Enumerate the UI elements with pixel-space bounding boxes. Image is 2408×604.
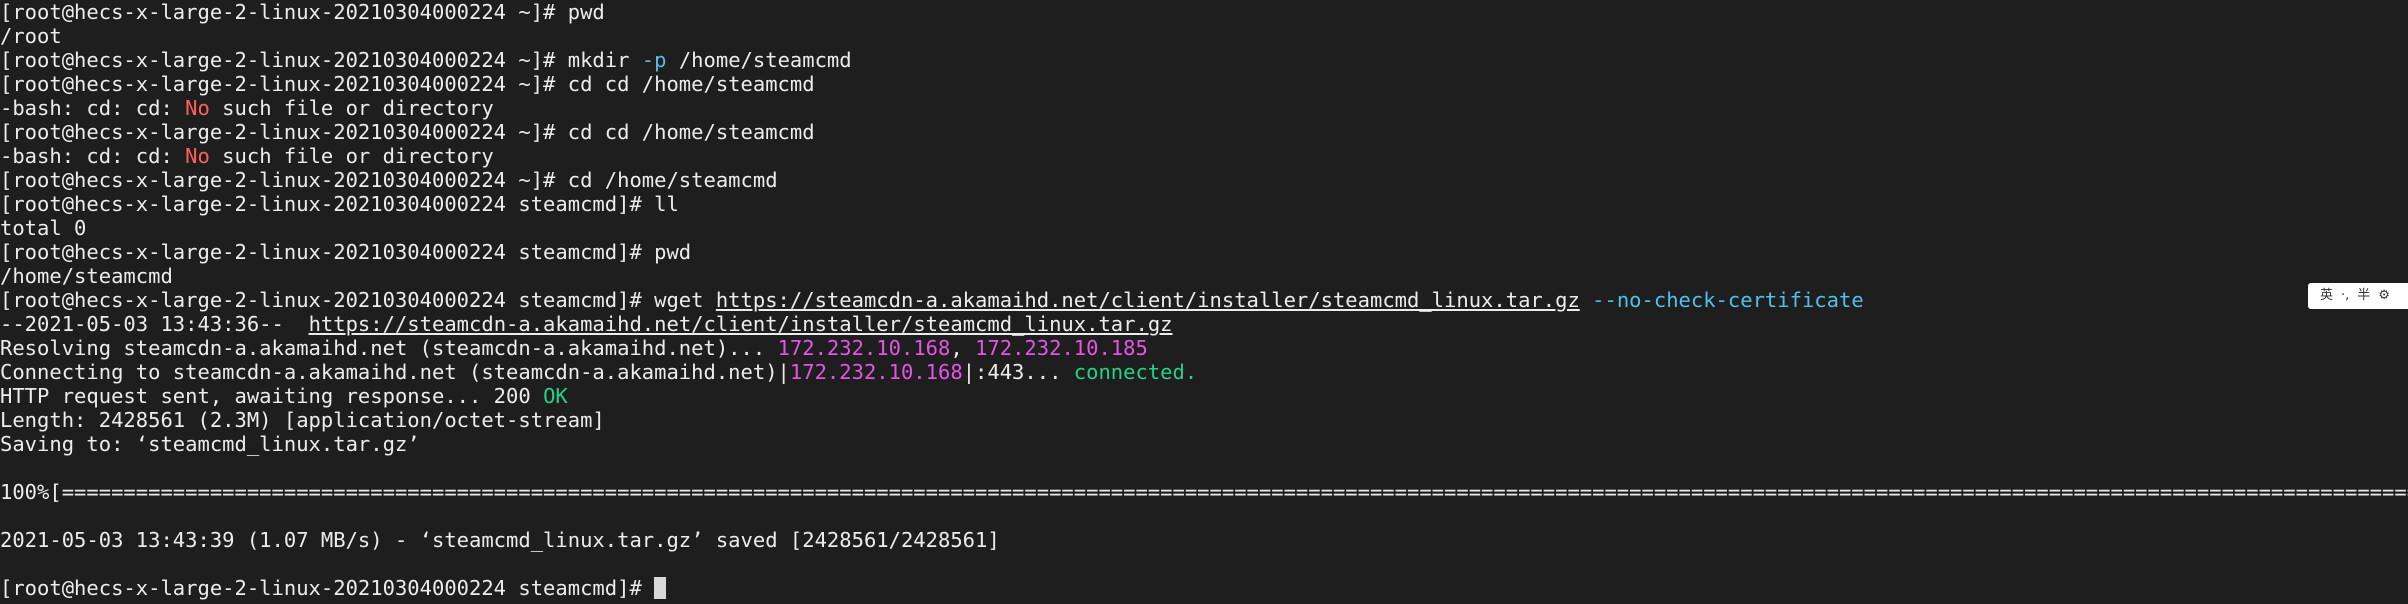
terminal-text: such file or directory	[209, 144, 494, 168]
terminal-line: [root@hecs-x-large-2-linux-2021030400022…	[0, 0, 2408, 24]
terminal-text: Connecting to steamcdn-a.akamaihd.net (s…	[0, 360, 790, 384]
terminal-line: Saving to: ‘steamcmd_linux.tar.gz’	[0, 432, 2408, 456]
terminal-line: -bash: cd: cd: No such file or directory	[0, 144, 2408, 168]
ime-punctuation-indicator[interactable]: ·,	[2341, 283, 2349, 309]
terminal-text: /home/steamcmd	[666, 48, 852, 72]
terminal-text: /root	[0, 24, 62, 48]
terminal-line: 2021-05-03 13:43:39 (1.07 MB/s) - ‘steam…	[0, 528, 2408, 552]
terminal-line: --2021-05-03 13:43:36-- https://steamcdn…	[0, 312, 2408, 336]
terminal-text: total 0	[0, 216, 87, 240]
ime-status-bar[interactable]: 英 ·, 半 ⚙	[2308, 283, 2408, 309]
terminal-text: Resolving steamcdn-a.akamaihd.net (steam…	[0, 336, 778, 360]
settings-icon[interactable]: ⚙	[2378, 283, 2390, 309]
terminal-line: [root@hecs-x-large-2-linux-2021030400022…	[0, 240, 2408, 264]
terminal-cursor	[654, 577, 667, 599]
terminal-line: /home/steamcmd	[0, 264, 2408, 288]
terminal-link[interactable]: https://steamcdn-a.akamaihd.net/client/i…	[309, 312, 1173, 336]
terminal-text: 2021-05-03 13:43:39 (1.07 MB/s) - ‘steam…	[0, 528, 1000, 552]
terminal-text: [root@hecs-x-large-2-linux-2021030400022…	[0, 168, 778, 192]
terminal-text: [root@hecs-x-large-2-linux-2021030400022…	[0, 48, 642, 72]
terminal-line: -bash: cd: cd: No such file or directory	[0, 96, 2408, 120]
terminal-line: 100%[===================================…	[0, 480, 2408, 504]
ime-language-indicator[interactable]: 英	[2320, 283, 2333, 309]
terminal-text: 172.232.10.185	[975, 336, 1148, 360]
terminal-line: [root@hecs-x-large-2-linux-2021030400022…	[0, 48, 2408, 72]
terminal-window[interactable]: [root@hecs-x-large-2-linux-2021030400022…	[0, 0, 2408, 604]
terminal-text: -bash: cd: cd:	[0, 144, 186, 168]
terminal-text: [root@hecs-x-large-2-linux-2021030400022…	[0, 72, 815, 96]
terminal-text: such file or directory	[209, 96, 494, 120]
terminal-text: 100%[===================================…	[0, 480, 2408, 504]
terminal-link[interactable]: https://steamcdn-a.akamaihd.net/client/i…	[716, 288, 1580, 312]
terminal-text: -bash: cd: cd:	[0, 96, 186, 120]
terminal-text: 172.232.10.168	[777, 336, 951, 360]
terminal-text: ,	[950, 336, 976, 360]
terminal-text: |:443...	[962, 360, 1074, 384]
ime-width-indicator[interactable]: 半	[2357, 283, 2370, 309]
terminal-line: total 0	[0, 216, 2408, 240]
terminal-text: /home/steamcmd	[0, 264, 173, 288]
terminal-text: OK	[543, 384, 568, 408]
terminal-text: -p	[641, 48, 667, 72]
terminal-text: [root@hecs-x-large-2-linux-2021030400022…	[0, 120, 815, 144]
terminal-text: No	[185, 144, 210, 168]
terminal-line: Connecting to steamcdn-a.akamaihd.net (s…	[0, 360, 2408, 384]
terminal-line: HTTP request sent, awaiting response... …	[0, 384, 2408, 408]
terminal-text: Length: 2428561 (2.3M) [application/octe…	[0, 408, 605, 432]
terminal-text: HTTP request sent, awaiting response... …	[0, 384, 544, 408]
terminal-text: connected.	[1073, 360, 1198, 384]
terminal-text: No	[185, 96, 210, 120]
terminal-line: [root@hecs-x-large-2-linux-2021030400022…	[0, 288, 2408, 312]
terminal-text: Saving to: ‘steamcmd_linux.tar.gz’	[0, 432, 420, 456]
terminal-line: [root@hecs-x-large-2-linux-2021030400022…	[0, 72, 2408, 96]
terminal-text: [root@hecs-x-large-2-linux-2021030400022…	[0, 240, 692, 264]
terminal-text: [root@hecs-x-large-2-linux-2021030400022…	[0, 192, 679, 216]
terminal-text: [root@hecs-x-large-2-linux-2021030400022…	[0, 0, 605, 24]
terminal-line: [root@hecs-x-large-2-linux-2021030400022…	[0, 120, 2408, 144]
terminal-line: Resolving steamcdn-a.akamaihd.net (steam…	[0, 336, 2408, 360]
terminal-line: [root@hecs-x-large-2-linux-2021030400022…	[0, 168, 2408, 192]
terminal-text: --2021-05-03 13:43:36--	[0, 312, 309, 336]
terminal-line: Length: 2428561 (2.3M) [application/octe…	[0, 408, 2408, 432]
terminal-text: 172.232.10.168	[789, 360, 963, 384]
terminal-line: /root	[0, 24, 2408, 48]
terminal-text: [root@hecs-x-large-2-linux-2021030400022…	[0, 576, 655, 600]
terminal-line: [root@hecs-x-large-2-linux-2021030400022…	[0, 192, 2408, 216]
terminal-line: [root@hecs-x-large-2-linux-2021030400022…	[0, 576, 2408, 600]
terminal-text: --no-check-certificate	[1592, 288, 1864, 312]
terminal-text: [root@hecs-x-large-2-linux-2021030400022…	[0, 288, 716, 312]
